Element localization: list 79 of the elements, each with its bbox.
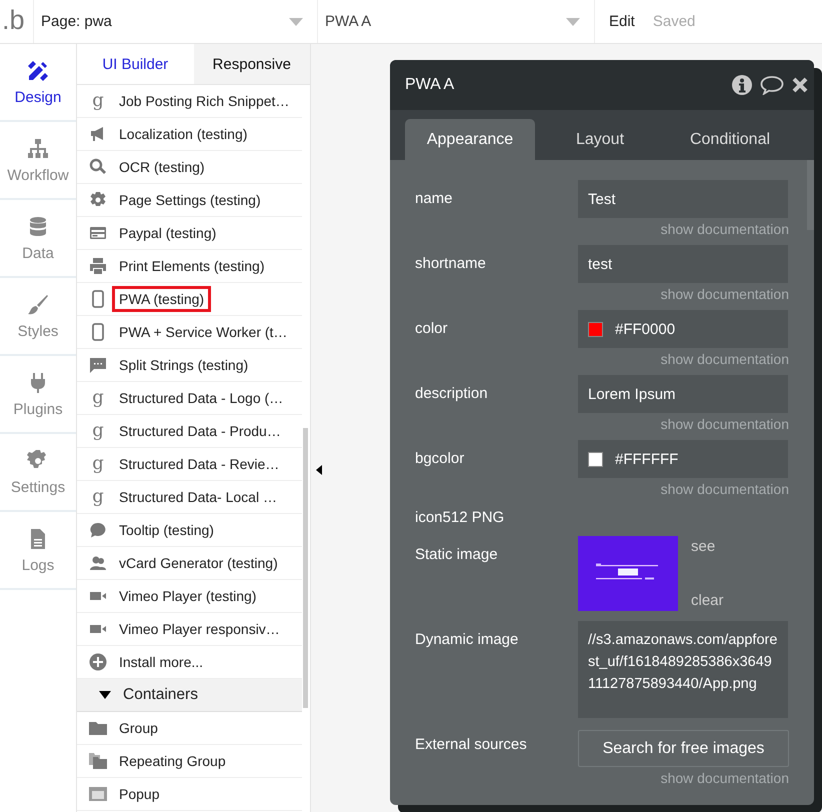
element-item[interactable]: OCR (testing) bbox=[112, 154, 212, 180]
field-label: bgcolor bbox=[415, 449, 466, 467]
field-label: shortname bbox=[415, 254, 487, 272]
g-icon: g bbox=[89, 92, 107, 110]
field-label: description bbox=[415, 384, 489, 402]
section-header[interactable]: Containers bbox=[77, 679, 302, 712]
color-field[interactable]: #FFFFFF bbox=[578, 440, 788, 478]
element-item[interactable]: Paypal (testing) bbox=[112, 220, 224, 246]
field-label: color bbox=[415, 319, 449, 337]
field-label: Static image bbox=[415, 545, 499, 563]
element-item[interactable]: Group bbox=[112, 715, 165, 741]
element-item[interactable]: Localization (testing) bbox=[112, 121, 254, 147]
element-item[interactable]: Repeating Group bbox=[112, 748, 233, 774]
element-item[interactable]: Vimeo Player responsiv… bbox=[112, 616, 287, 642]
element-item[interactable]: Vimeo Player (testing) bbox=[112, 583, 264, 609]
save-status: Saved bbox=[652, 13, 696, 30]
element-item[interactable]: Structured Data - Revie… bbox=[112, 451, 286, 477]
phone-icon bbox=[89, 323, 107, 341]
element-dropdown[interactable]: PWA A bbox=[318, 0, 595, 43]
close-icon[interactable] bbox=[792, 77, 808, 93]
element-item[interactable]: Structured Data - Produ… bbox=[112, 418, 288, 444]
people-icon bbox=[89, 554, 107, 572]
editor-title: PWA A bbox=[405, 76, 454, 94]
scrollbar[interactable] bbox=[807, 160, 814, 230]
field-label: name bbox=[415, 189, 454, 207]
pencil-ruler-icon bbox=[26, 58, 50, 82]
card-icon bbox=[89, 224, 107, 242]
g-icon: g bbox=[89, 422, 107, 440]
color-field[interactable]: #FF0000 bbox=[578, 310, 788, 348]
element-item[interactable]: Split Strings (testing) bbox=[112, 352, 256, 378]
search-icon bbox=[89, 158, 107, 176]
brush-icon bbox=[26, 292, 50, 316]
field-heading: icon512 PNG bbox=[415, 509, 506, 526]
sitemap-icon bbox=[26, 136, 50, 160]
text-field[interactable]: Lorem Ipsum bbox=[578, 375, 788, 413]
text-field[interactable]: Test bbox=[578, 180, 788, 218]
folders-icon bbox=[89, 752, 107, 770]
popup-icon bbox=[89, 785, 107, 803]
image-link[interactable]: see bbox=[691, 538, 724, 555]
element-item[interactable]: Print Elements (testing) bbox=[112, 253, 272, 279]
editor-tab[interactable]: Appearance bbox=[405, 119, 535, 160]
panel-tab[interactable]: Responsive bbox=[194, 44, 310, 84]
element-item[interactable]: PWA + Service Worker (t… bbox=[112, 319, 294, 345]
caret-icon bbox=[289, 18, 303, 26]
element-item[interactable]: Install more... bbox=[112, 649, 210, 675]
g-icon: g bbox=[89, 389, 107, 407]
folder-icon bbox=[89, 719, 107, 737]
search-images-button[interactable]: Search for free images bbox=[578, 730, 789, 767]
printer-icon bbox=[89, 257, 107, 275]
element-item[interactable]: Tooltip (testing) bbox=[112, 517, 221, 543]
gear-icon bbox=[89, 191, 107, 209]
collapse-arrow-icon[interactable] bbox=[316, 465, 322, 475]
field-label: External sources bbox=[415, 735, 528, 753]
page-dropdown[interactable]: Page: pwa bbox=[34, 0, 318, 43]
edit-menu[interactable]: Edit bbox=[609, 13, 635, 30]
scrollbar[interactable] bbox=[303, 428, 308, 708]
text-area[interactable]: //s3.amazonaws.com/appforest_uf/f1618489285386x364911127875893440/App.png bbox=[578, 621, 788, 718]
g-icon: g bbox=[89, 488, 107, 506]
chat-icon bbox=[89, 356, 107, 374]
element-item[interactable]: Page Settings (testing) bbox=[112, 187, 268, 213]
phone-icon bbox=[89, 290, 107, 308]
element-item[interactable]: Job Posting Rich Snippet… bbox=[112, 88, 296, 114]
editor-tab[interactable]: Layout bbox=[535, 119, 665, 160]
caret-icon bbox=[566, 18, 580, 26]
image-link[interactable]: clear bbox=[691, 592, 724, 609]
editor-tab[interactable]: Conditional bbox=[665, 119, 795, 160]
element-item[interactable]: PWA (testing) bbox=[112, 286, 212, 312]
g-icon: g bbox=[89, 455, 107, 473]
comment-icon[interactable] bbox=[760, 75, 784, 95]
text-field[interactable]: test bbox=[578, 245, 788, 283]
element-item[interactable]: Structured Data- Local … bbox=[112, 484, 284, 510]
field-label: Dynamic image bbox=[415, 630, 520, 648]
element-item[interactable]: vCard Generator (testing) bbox=[112, 550, 285, 576]
info-icon[interactable] bbox=[732, 75, 752, 95]
bubble-icon bbox=[89, 521, 107, 539]
element-item[interactable]: Structured Data - Logo (… bbox=[112, 385, 290, 411]
plus-icon bbox=[89, 653, 107, 671]
logo[interactable]: .b bbox=[0, 0, 34, 43]
element-item[interactable]: Popup bbox=[112, 781, 166, 807]
